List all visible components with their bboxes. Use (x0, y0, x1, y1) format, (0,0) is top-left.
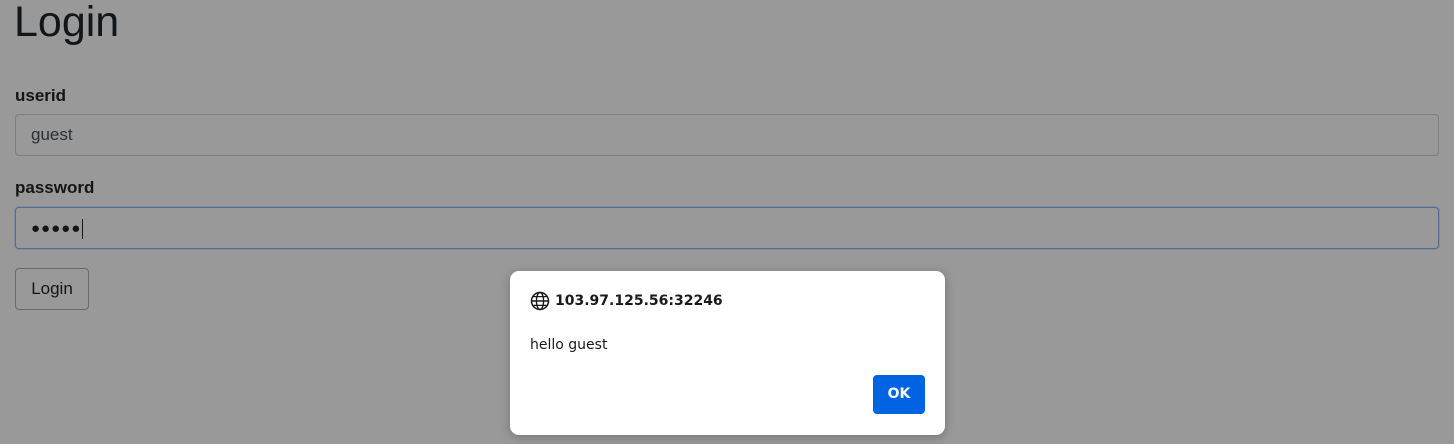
dialog-origin: 103.97.125.56:32246 (555, 293, 723, 309)
alert-dialog: 103.97.125.56:32246 hello guest OK (510, 271, 945, 435)
globe-icon (530, 291, 550, 311)
ok-button[interactable]: OK (873, 375, 925, 414)
dialog-message: hello guest (530, 337, 608, 353)
dialog-header: 103.97.125.56:32246 (530, 291, 723, 311)
